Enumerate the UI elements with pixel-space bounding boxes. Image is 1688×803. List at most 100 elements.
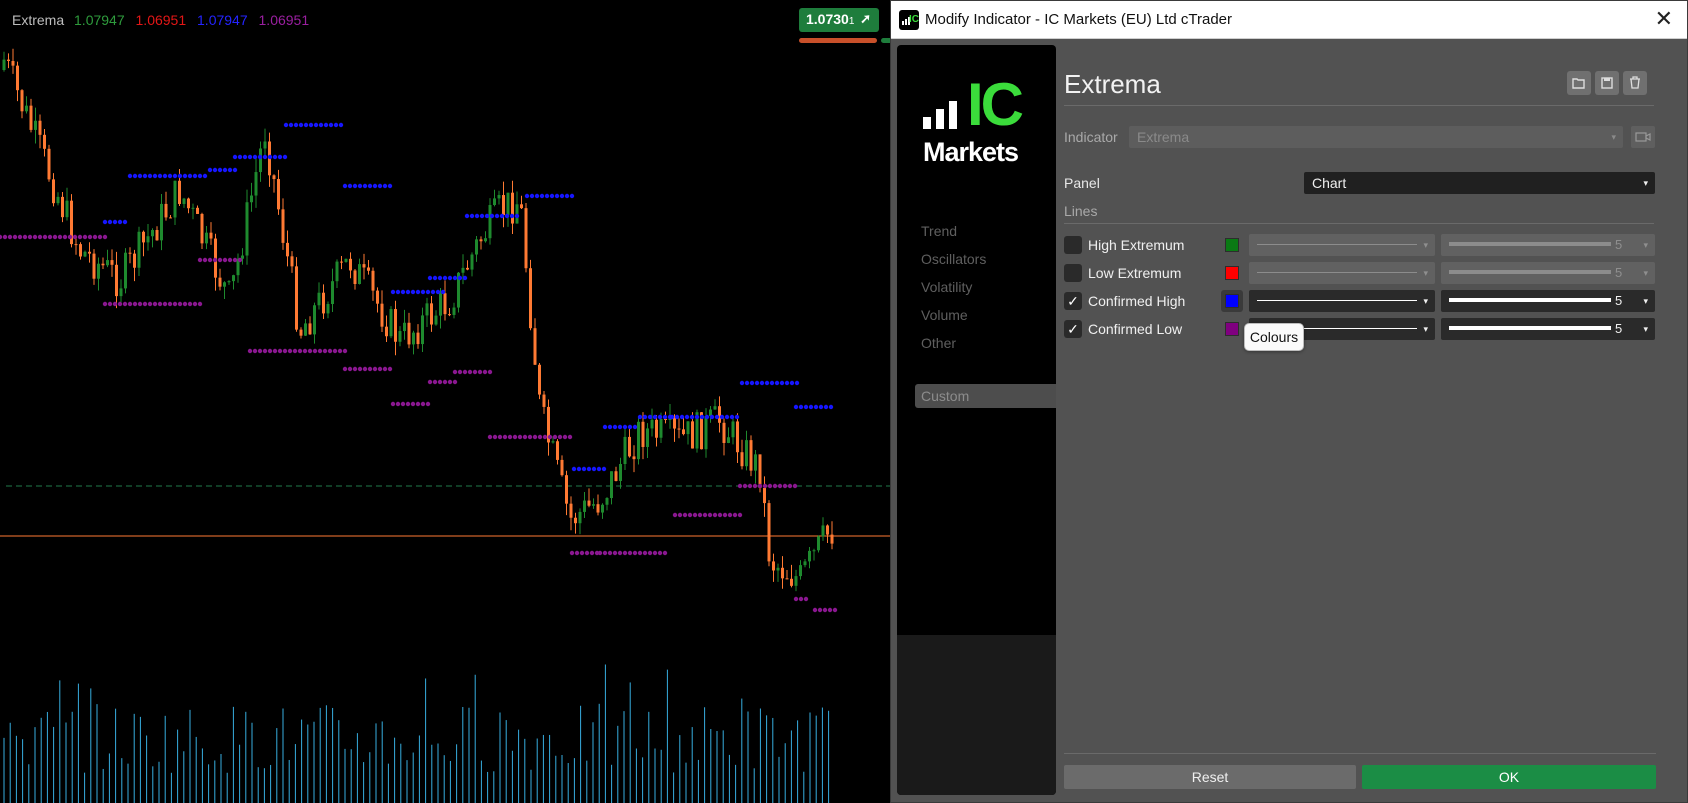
confirmed-high-dot — [167, 173, 173, 179]
low-extremum-checkbox[interactable] — [1064, 264, 1082, 282]
confirmed-high-dot — [739, 380, 745, 386]
category-volume[interactable]: Volume — [921, 307, 968, 323]
ic-markets-logo: IC Markets — [923, 75, 1043, 171]
confirmed-low-dot — [377, 366, 383, 372]
chevron-down-icon: ▾ — [1423, 268, 1428, 278]
confirmed-low-checkbox[interactable]: ✓ — [1064, 320, 1082, 338]
candle-body — [803, 561, 807, 566]
confirmed-high-dot — [457, 275, 463, 281]
open-template-button[interactable] — [1567, 71, 1591, 95]
reset-button[interactable]: Reset — [1064, 765, 1356, 789]
confirmed-high-thickness-select[interactable]: 5 ▾ — [1441, 290, 1655, 312]
current-price-box[interactable]: 1.07301 ➚ — [799, 8, 879, 32]
confirmed-high-dot — [308, 122, 314, 128]
confirmed-high-dot — [222, 167, 228, 173]
candle-body — [11, 61, 15, 66]
candle-body — [2, 59, 6, 70]
confirmed-high-dot — [377, 183, 383, 189]
confirmed-low-dot — [452, 369, 458, 375]
confirmed-high-checkbox[interactable]: ✓ — [1064, 292, 1082, 310]
candle-body — [412, 332, 415, 345]
indicator-select[interactable]: Extrema ▾ — [1129, 126, 1623, 148]
candle-body — [344, 258, 348, 262]
candle-body — [74, 244, 78, 246]
legend-value-high-extremum: 1.07947 — [74, 12, 125, 28]
footer-separator — [1064, 753, 1656, 754]
high-extremum-checkbox[interactable] — [1064, 236, 1082, 254]
confirmed-high-dot — [669, 414, 675, 420]
candle-body — [637, 421, 640, 460]
candle-body — [556, 441, 559, 460]
line-row-confirmed-high: ✓ Confirmed High ▾ 5 ▾ — [1064, 290, 1656, 312]
confirmed-high-dot — [197, 173, 203, 179]
confirmed-high-dot — [724, 414, 730, 420]
high-extremum-color-swatch[interactable] — [1225, 238, 1239, 252]
confirmed-low-color-swatch[interactable] — [1225, 322, 1239, 336]
category-custom[interactable]: Custom — [915, 384, 1056, 408]
confirmed-high-line-style-select[interactable]: ▾ — [1249, 290, 1435, 312]
candle-body — [421, 315, 424, 345]
expand-arrow-icon[interactable]: ➚ — [860, 11, 871, 27]
confirmed-high-dot — [415, 289, 421, 295]
candle-body — [817, 536, 820, 551]
video-camera-button[interactable] — [1631, 126, 1655, 148]
chart-area[interactable]: Extrema 1.07947 1.06951 1.07947 1.06951 … — [0, 0, 890, 803]
panel-select[interactable]: Chart ▾ — [1304, 172, 1655, 194]
high-extremum-line-style-select[interactable]: ▾ — [1249, 234, 1435, 256]
thickness-value: 5 — [1615, 321, 1623, 336]
category-oscillators[interactable]: Oscillators — [921, 251, 986, 267]
ok-button[interactable]: OK — [1362, 765, 1656, 789]
candle-body — [119, 288, 123, 297]
confirmed-high-dot — [759, 380, 765, 386]
candle-body — [187, 198, 190, 209]
confirmed-low-dot — [102, 301, 108, 307]
confirmed-low-dot — [692, 512, 698, 518]
low-extremum-label: Low Extremum — [1088, 265, 1182, 281]
confirmed-high-dot — [509, 213, 515, 219]
candle-body — [578, 511, 582, 524]
low-extremum-line-style-select[interactable]: ▾ — [1249, 262, 1435, 284]
confirmed-low-thickness-select[interactable]: 5 ▾ — [1441, 318, 1655, 340]
confirmed-high-color-swatch[interactable] — [1225, 294, 1239, 308]
confirmed-high-label: Confirmed High — [1088, 293, 1186, 309]
confirmed-high-dot — [318, 122, 324, 128]
confirmed-high-dot — [440, 289, 446, 295]
price-chart[interactable] — [0, 0, 890, 803]
delete-indicator-button[interactable] — [1623, 71, 1647, 95]
confirmed-low-dot — [192, 301, 198, 307]
category-volatility[interactable]: Volatility — [921, 279, 972, 295]
thickness-value: 5 — [1615, 237, 1623, 252]
candle-body — [493, 198, 496, 206]
confirmed-high-dot — [102, 219, 108, 225]
save-template-button[interactable] — [1595, 71, 1619, 95]
candle-body — [34, 120, 37, 130]
candle-body — [241, 255, 244, 259]
confirmed-high-dot — [212, 167, 218, 173]
confirmed-low-dot — [737, 512, 743, 518]
chevron-down-icon: ▾ — [1423, 240, 1428, 250]
low-extremum-thickness-select[interactable]: 5 ▾ — [1441, 262, 1655, 284]
confirmed-high-dot — [117, 219, 123, 225]
confirmed-low-dot — [372, 366, 378, 372]
confirmed-high-dot — [395, 289, 401, 295]
confirmed-high-dot — [524, 193, 530, 199]
confirmed-low-dot — [410, 401, 416, 407]
close-icon[interactable]: ✕ — [1655, 7, 1673, 31]
high-extremum-thickness-select[interactable]: 5 ▾ — [1441, 234, 1655, 256]
chevron-down-icon: ▾ — [1643, 178, 1648, 188]
confirmed-high-dot — [142, 173, 148, 179]
candle-body — [254, 172, 258, 196]
confirmed-low-dot — [395, 401, 401, 407]
low-extremum-color-swatch[interactable] — [1225, 266, 1239, 280]
candle-body — [286, 242, 289, 257]
category-other[interactable]: Other — [921, 335, 956, 351]
confirmed-high-dot — [137, 173, 143, 179]
confirmed-low-dot — [742, 483, 748, 489]
confirmed-low-dot — [622, 550, 628, 556]
category-trend[interactable]: Trend — [921, 223, 957, 239]
confirmed-low-dot — [272, 348, 278, 354]
confirmed-high-dot — [430, 289, 436, 295]
confirmed-high-dot — [357, 183, 363, 189]
confirmed-low-dot — [682, 512, 688, 518]
dialog-titlebar[interactable]: IC Modify Indicator - IC Markets (EU) Lt… — [891, 1, 1687, 39]
